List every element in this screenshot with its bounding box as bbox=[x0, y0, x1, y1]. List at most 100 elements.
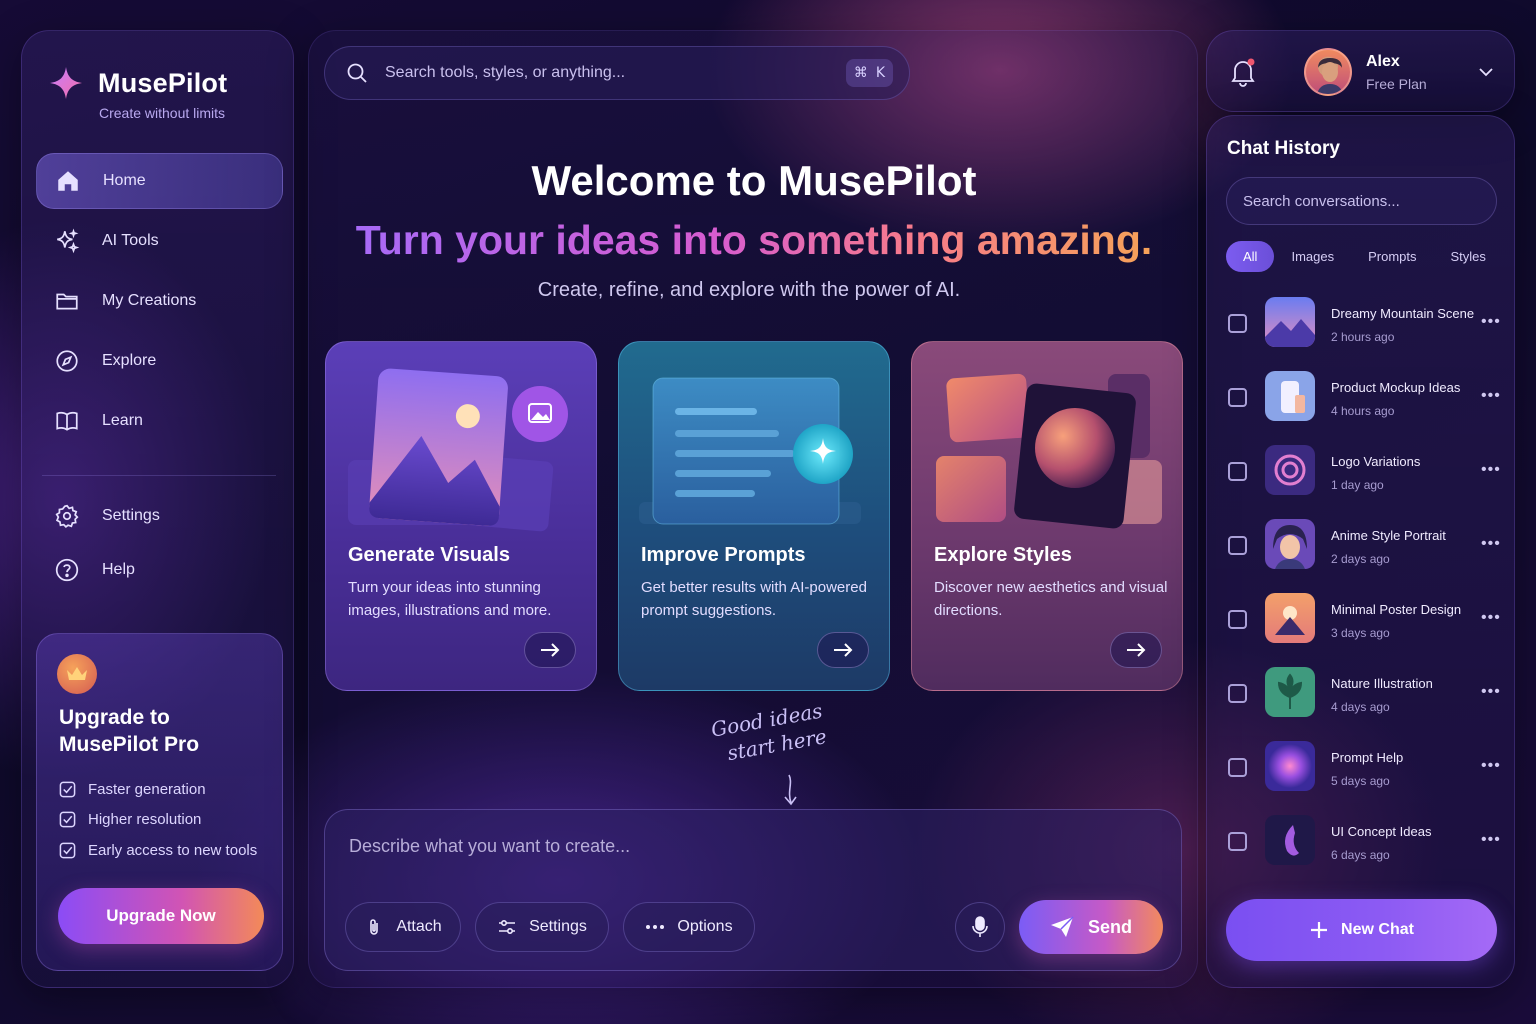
microphone-button[interactable] bbox=[955, 902, 1005, 952]
row-checkbox[interactable] bbox=[1228, 610, 1247, 629]
more-options-icon[interactable]: ••• bbox=[1481, 683, 1501, 701]
history-item-time: 2 hours ago bbox=[1331, 330, 1395, 344]
concept-thumbnail bbox=[1265, 815, 1315, 865]
nav-item-my-creations[interactable]: My Creations bbox=[36, 273, 283, 329]
more-options-icon[interactable]: ••• bbox=[1481, 535, 1501, 553]
chat-history-title: Chat History bbox=[1227, 138, 1340, 159]
home-icon bbox=[58, 171, 78, 191]
nav-item-settings[interactable]: Settings bbox=[36, 491, 283, 541]
list-item[interactable]: UI Concept Ideas 6 days ago ••• bbox=[1207, 811, 1516, 885]
search-icon bbox=[347, 63, 367, 83]
list-item[interactable]: Nature Illustration 4 days ago ••• bbox=[1207, 663, 1516, 737]
chat-history-panel: Chat History Search conversations... All… bbox=[1206, 115, 1515, 988]
card-explore-styles[interactable]: Explore Styles Discover new aesthetics a… bbox=[911, 341, 1183, 691]
row-checkbox[interactable] bbox=[1228, 462, 1247, 481]
options-label: Options bbox=[677, 918, 733, 935]
search-bar[interactable]: Search tools, styles, or anything... ⌘ K bbox=[324, 46, 910, 100]
list-item[interactable]: Dreamy Mountain Scene 2 hours ago ••• bbox=[1207, 293, 1516, 367]
brand-tagline: Create without limits bbox=[99, 105, 226, 121]
gear-icon bbox=[55, 504, 79, 528]
attach-button[interactable]: Attach bbox=[345, 902, 461, 952]
logo-thumbnail bbox=[1265, 445, 1315, 495]
feature-item: Early access to new tools bbox=[59, 835, 257, 866]
glow-orb-thumbnail bbox=[1265, 741, 1315, 791]
feature-item: Higher resolution bbox=[59, 805, 257, 836]
brand[interactable]: MusePilot bbox=[48, 65, 227, 101]
search-input[interactable]: Search tools, styles, or anything... bbox=[385, 64, 830, 82]
list-item[interactable]: Prompt Help 5 days ago ••• bbox=[1207, 737, 1516, 811]
history-item-title: Minimal Poster Design bbox=[1331, 602, 1462, 617]
card-arrow-button[interactable] bbox=[524, 632, 576, 668]
more-options-icon[interactable]: ••• bbox=[1481, 313, 1501, 331]
history-item-time: 1 day ago bbox=[1331, 478, 1384, 492]
feature-label: Early access to new tools bbox=[88, 841, 258, 859]
nav-item-learn[interactable]: Learn bbox=[36, 393, 283, 449]
filter-styles[interactable]: Styles bbox=[1434, 241, 1503, 272]
upgrade-now-button[interactable]: Upgrade Now bbox=[58, 888, 264, 944]
row-checkbox[interactable] bbox=[1228, 388, 1247, 407]
main-content: Search tools, styles, or anything... ⌘ K… bbox=[308, 30, 1198, 988]
more-options-icon[interactable]: ••• bbox=[1481, 831, 1501, 849]
card-generate-visuals[interactable]: Generate Visuals Turn your ideas into st… bbox=[325, 341, 597, 691]
new-chat-button[interactable]: New Chat bbox=[1226, 899, 1497, 961]
row-checkbox[interactable] bbox=[1228, 684, 1247, 703]
options-button[interactable]: Options bbox=[623, 902, 755, 952]
shortcut-symbol: ⌘ bbox=[853, 65, 868, 81]
send-button[interactable]: Send bbox=[1019, 900, 1163, 954]
nav-label: Settings bbox=[102, 507, 160, 524]
list-item[interactable]: Minimal Poster Design 3 days ago ••• bbox=[1207, 589, 1516, 663]
row-checkbox[interactable] bbox=[1228, 758, 1247, 777]
nav-item-home[interactable]: Home bbox=[36, 153, 283, 209]
card-arrow-button[interactable] bbox=[1110, 632, 1162, 668]
mountain-thumbnail bbox=[1265, 297, 1315, 347]
card-description: Discover new aesthetics and visual direc… bbox=[934, 579, 1168, 619]
compass-icon bbox=[56, 350, 78, 372]
row-checkbox[interactable] bbox=[1228, 314, 1247, 333]
nav-label: Learn bbox=[102, 412, 143, 429]
user-plan: Free Plan bbox=[1366, 76, 1427, 92]
filter-all[interactable]: All bbox=[1226, 241, 1275, 272]
list-item[interactable]: Anime Style Portrait 2 days ago ••• bbox=[1207, 515, 1516, 589]
bell-icon[interactable] bbox=[1229, 57, 1257, 87]
more-options-icon[interactable]: ••• bbox=[1481, 387, 1501, 405]
checkbox-checked-icon bbox=[59, 811, 76, 828]
list-item[interactable]: Logo Variations 1 day ago ••• bbox=[1207, 441, 1516, 515]
row-checkbox[interactable] bbox=[1228, 536, 1247, 555]
landscape-image-illustration bbox=[348, 368, 568, 532]
nav-item-help[interactable]: Help bbox=[36, 545, 283, 595]
shortcut-key: K bbox=[875, 65, 885, 81]
nav-label: My Creations bbox=[102, 292, 197, 309]
filter-images[interactable]: Images bbox=[1274, 241, 1351, 272]
prompt-input[interactable]: Describe what you want to create... bbox=[349, 836, 630, 857]
paperclip-icon bbox=[370, 919, 379, 935]
arrow-right-icon bbox=[541, 643, 560, 657]
sparkles-icon bbox=[57, 228, 80, 254]
sidebar-divider bbox=[42, 475, 276, 476]
settings-button[interactable]: Settings bbox=[475, 902, 609, 952]
card-improve-prompts[interactable]: Improve Prompts Get better results with … bbox=[618, 341, 890, 691]
chevron-down-icon[interactable] bbox=[1477, 63, 1495, 81]
shortcut-hint: ⌘ K bbox=[845, 59, 893, 87]
checkbox-checked-icon bbox=[59, 842, 76, 859]
main-nav: Home AI Tools My Creations Explore Learn bbox=[36, 153, 283, 453]
card-title: Generate Visuals bbox=[348, 544, 510, 566]
list-item[interactable]: Product Mockup Ideas 4 hours ago ••• bbox=[1207, 367, 1516, 441]
row-checkbox[interactable] bbox=[1228, 832, 1247, 851]
card-arrow-button[interactable] bbox=[817, 632, 869, 668]
brand-name: MusePilot bbox=[98, 67, 228, 98]
avatar[interactable] bbox=[1304, 48, 1352, 96]
nav-item-explore[interactable]: Explore bbox=[36, 333, 283, 389]
send-label: Send bbox=[1087, 916, 1132, 937]
more-options-icon[interactable]: ••• bbox=[1481, 609, 1501, 627]
arrow-down-icon bbox=[784, 774, 797, 806]
conversation-search-input[interactable]: Search conversations... bbox=[1226, 177, 1497, 225]
more-options-icon[interactable]: ••• bbox=[1481, 757, 1501, 775]
feature-item: Faster generation bbox=[59, 774, 257, 805]
sidebar: MusePilot Create without limits Home AI … bbox=[21, 30, 294, 988]
logo-star-icon bbox=[50, 67, 82, 99]
filter-prompts[interactable]: Prompts bbox=[1351, 241, 1433, 272]
history-list: Dreamy Mountain Scene 2 hours ago ••• Pr… bbox=[1207, 293, 1516, 885]
nav-item-ai-tools[interactable]: AI Tools bbox=[36, 213, 283, 269]
page-title: Welcome to MusePilot bbox=[531, 157, 977, 204]
more-options-icon[interactable]: ••• bbox=[1481, 461, 1501, 479]
